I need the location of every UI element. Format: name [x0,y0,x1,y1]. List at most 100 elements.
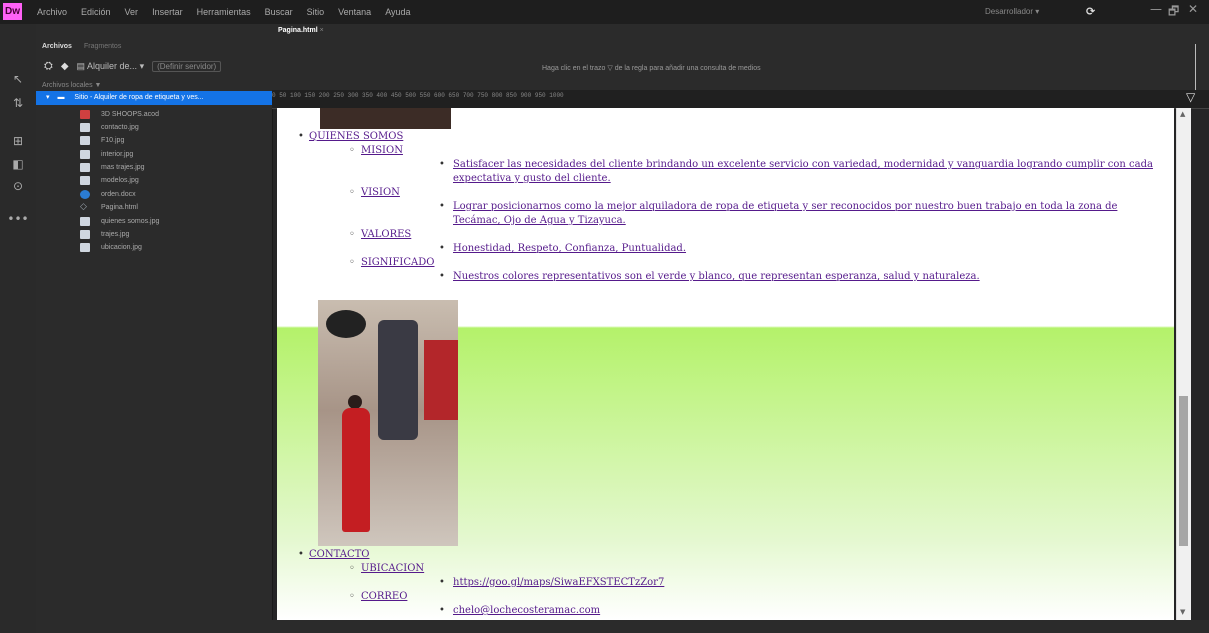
significado-text[interactable]: Nuestros colores representativos son el … [453,271,980,282]
file-item[interactable]: orden.docx [36,188,272,200]
menu-herramientas[interactable]: Herramientas [190,0,258,24]
workspace-switcher[interactable]: Desarrollador ▾ [985,0,1039,24]
document-tabs: Pagina.html × [272,24,1209,38]
list-item: MISION Satisfacer las necesidades del cl… [309,144,1174,186]
file-name: contacto.jpg [101,123,139,131]
tab-archivos[interactable]: Archivos [36,40,78,54]
menu-sitio[interactable]: Sitio [300,0,332,24]
files-panel: Archivos Fragmentos ⛭ ◆ ▤ Alquiler de...… [36,24,273,633]
file-name: F10.jpg [101,137,125,145]
insert-icon[interactable]: ⊞ [7,134,29,148]
list-item: SIGNIFICADO Nuestros colores representat… [309,256,1174,284]
file-management-icon[interactable]: ⇅ [7,96,29,110]
menu-ayuda[interactable]: Ayuda [378,0,417,24]
site-select[interactable]: ▤ Alquiler de... ▾ [77,61,145,72]
red-wall-shape [424,340,458,420]
server-select[interactable]: (Definir servidor) [152,60,222,72]
link-significado[interactable]: SIGNIFICADO [361,257,434,268]
valores-text[interactable]: Honestidad, Respeto, Confianza, Puntuali… [453,243,686,254]
tab-fragmentos[interactable]: Fragmentos [78,40,127,54]
minimize-icon[interactable]: — [1150,2,1162,16]
folder-icon [80,109,90,119]
list-item: Nuestros colores representativos son el … [361,270,1174,284]
file-name: mas trajes.jpg [101,164,145,172]
scrollbar-thumb[interactable] [1179,396,1188,546]
scroll-down-icon[interactable]: ▼ [1180,608,1185,616]
file-item[interactable]: F10.jpg [36,135,272,147]
sublist: UBICACION https://goo.gl/maps/SiwaEFXSTE… [309,562,1174,618]
file-item[interactable]: quienes somos.jpg [36,215,272,227]
restore-icon[interactable]: 🗗 [1168,2,1179,23]
file-name: quienes somos.jpg [101,217,160,225]
link-contacto[interactable]: CONTACTO [309,549,369,560]
link-valores[interactable]: VALORES [361,229,411,240]
media-query-bar: Haga clic en el trazo ▽ de la regla para… [272,38,1209,90]
image-icon [80,122,90,132]
dreamweaver-logo: Dw [3,3,22,20]
list-item: CORREO chelo@lochecosteramac.com [309,590,1174,618]
file-item[interactable]: ◇ Pagina.html [36,202,272,214]
link-correo[interactable]: CORREO [361,591,407,602]
list-item: https://goo.gl/maps/SiwaEFXSTECTzZor7 [361,576,1174,590]
file-item[interactable]: contacto.jpg [36,121,272,133]
media-query-marker [1195,44,1196,90]
files-panel-tabs: Archivos Fragmentos [36,40,127,54]
vision-text[interactable]: Lograr posicionarnos como la mejor alqui… [453,201,1117,226]
sublist: Satisfacer las necesidades del cliente b… [361,158,1174,186]
link-vision[interactable]: VISION [361,187,400,198]
media-query-hint: Haga clic en el trazo ▽ de la regla para… [542,65,761,72]
file-item[interactable]: 3D SHOOPS.acod [36,108,272,120]
link-ubicacion[interactable]: UBICACION [361,563,424,574]
image-icon [80,163,90,173]
document-tab-label: Pagina.html [278,27,318,34]
menu-ver[interactable]: Ver [118,0,146,24]
list-item: chelo@lochecosteramac.com [361,604,1174,618]
maps-link[interactable]: https://goo.gl/maps/SiwaEFXSTECTzZor7 [453,577,664,588]
link-quienes-somos[interactable]: QUIENES SOMOS [309,131,403,142]
site-root-row[interactable]: ▾ ▬ Sitio - Alquiler de ropa de etiqueta… [36,91,272,105]
snippets-icon[interactable]: ◧ [7,157,29,171]
element-icon[interactable]: ⊙ [7,179,29,193]
local-files-label[interactable]: Archivos locales ▼ [42,82,101,89]
file-item[interactable]: mas trajes.jpg [36,162,272,174]
close-icon[interactable]: ✕ [1188,2,1198,16]
sublist: Honestidad, Respeto, Confianza, Puntuali… [361,242,1174,256]
expand-icon[interactable]: ↖ [7,72,29,86]
garments-shape [378,320,418,440]
email-link[interactable]: chelo@lochecosteramac.com [453,605,600,616]
site-root-label: Sitio - Alquiler de ropa de etiqueta y v… [74,94,204,101]
menu-archivo[interactable]: Archivo [30,0,74,24]
menu-ventana[interactable]: Ventana [331,0,378,24]
live-view-scrollbar[interactable]: ▲ ▼ [1176,108,1191,620]
sync-files-icon[interactable]: ◆ [61,61,69,72]
menu-buscar[interactable]: Buscar [258,0,300,24]
list-item: QUIENES SOMOS MISION Satisfacer las nece… [277,130,1174,284]
file-name: 3D SHOOPS.acod [101,110,159,118]
sync-icon[interactable]: ⟳ [1086,5,1095,18]
site-name: Alquiler de... [87,60,138,71]
tab-pagina-html[interactable]: Pagina.html × [278,24,324,38]
file-item[interactable]: ubicacion.jpg [36,242,272,254]
menu-edicion[interactable]: Edición [74,0,118,24]
file-item[interactable]: interior.jpg [36,148,272,160]
link-mision[interactable]: MISION [361,145,403,156]
word-icon [80,189,90,199]
menu-insertar[interactable]: Insertar [145,0,190,24]
list-item: VALORES Honestidad, Respeto, Confianza, … [309,228,1174,256]
chevron-down-icon[interactable]: ▾ [46,94,50,101]
files-toolbar: ⛭ ◆ ▤ Alquiler de... ▾ (Definir servidor… [36,57,272,75]
list-item: Honestidad, Respeto, Confianza, Puntuali… [361,242,1174,256]
scroll-up-icon[interactable]: ▲ [1180,110,1185,118]
viewport-handle-icon[interactable]: ▽ [1186,90,1195,104]
file-item[interactable]: modelos.jpg [36,175,272,187]
list-item: Lograr posicionarnos como la mejor alqui… [361,200,1174,228]
file-name: orden.docx [101,190,136,198]
list-item: UBICACION https://goo.gl/maps/SiwaEFXSTE… [309,562,1174,590]
close-tab-icon[interactable]: × [320,27,324,34]
connect-icon[interactable]: ⛭ [44,60,53,73]
file-name: interior.jpg [101,150,134,158]
mision-text[interactable]: Satisfacer las necesidades del cliente b… [453,159,1153,184]
status-bar [272,620,1209,633]
file-item[interactable]: trajes.jpg [36,229,272,241]
more-tools-icon[interactable]: ••• [7,212,29,226]
